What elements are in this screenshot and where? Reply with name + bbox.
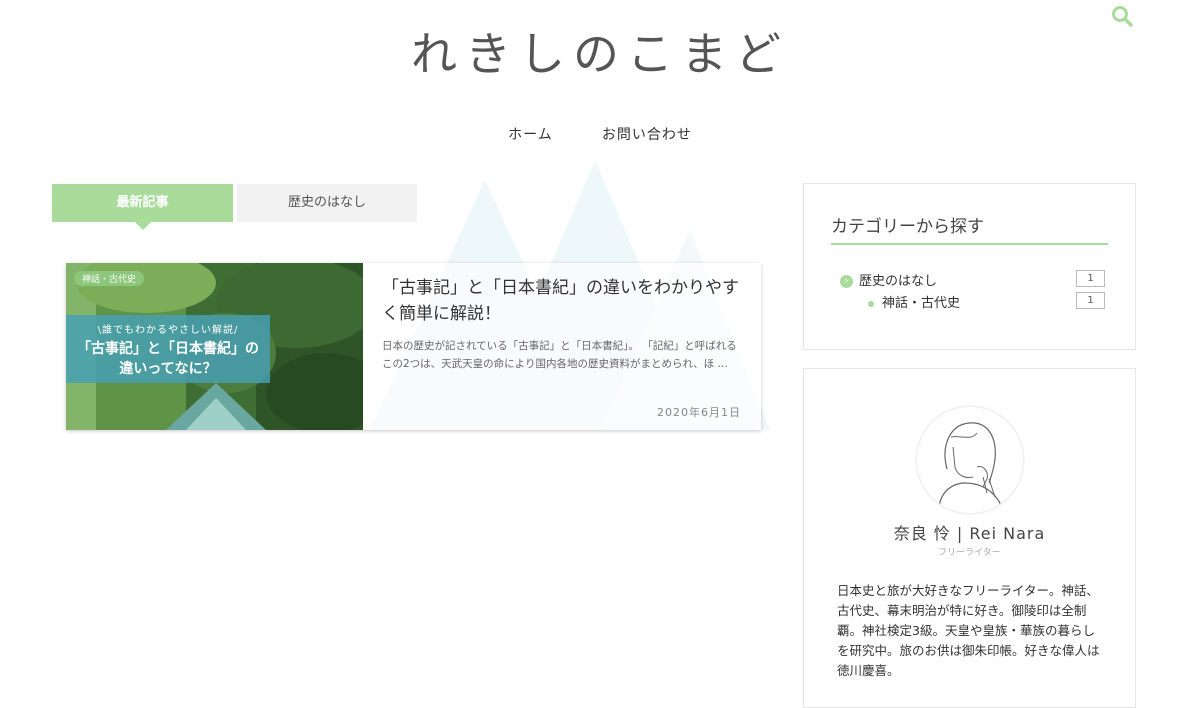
thumbnail-subtitle: \誰でもわかるやさしい解説/ (97, 325, 239, 336)
category-count: 1 (1076, 292, 1105, 309)
profile-role: フリーライター (938, 548, 1001, 558)
article-card[interactable]: 神話・古代史 \誰でもわかるやさしい解説/ 「古事記」と「日本書紀」の違いってな… (66, 263, 761, 430)
category-item-mythology[interactable]: 神話・古代史 1 (840, 292, 1105, 311)
chevron-right-icon: › (840, 275, 853, 288)
category-widget-title: カテゴリーから探す (831, 212, 1108, 245)
article-excerpt: 日本の歴史が記されている「古事記」と「日本書紀」。 「記紀」と呼ばれるこの2つは… (382, 340, 737, 370)
search-icon[interactable] (1110, 4, 1134, 28)
article-thumbnail[interactable]: 神話・古代史 \誰でもわかるやさしい解説/ 「古事記」と「日本書紀」の違いってな… (66, 263, 363, 430)
profile-widget: 奈良 怜 | Rei Nara フリーライター 日本史と旅が大好きなフリーライタ… (803, 368, 1136, 708)
tab-latest[interactable]: 最新記事 (52, 184, 233, 230)
article-date: 2020年6月1日 (657, 406, 741, 419)
category-badge[interactable]: 神話・古代史 (74, 271, 145, 286)
article-title[interactable]: 「古事記」と「日本書紀」の違いをわかりやすく簡単に解説！ (382, 275, 746, 327)
category-widget: カテゴリーから探す › 歴史のはなし 1 神話・古代史 1 (803, 183, 1136, 350)
nav-item-home[interactable]: ホーム (508, 124, 553, 144)
category-label: 歴史のはなし (859, 274, 938, 289)
thumbnail-title: 「古事記」と「日本書紀」の違いってなに？ (77, 341, 259, 377)
person-illustration (938, 422, 1002, 508)
dot-icon (868, 300, 874, 307)
thumbnail-caption: \誰でもわかるやさしい解説/ 「古事記」と「日本書紀」の違いってなに？ (66, 315, 270, 383)
site-header: れきしのこまど (0, 0, 1200, 100)
profile-bio: 日本史と旅が大好きなフリーライター。神話、古代史、幕末明治が特に好き。御陵印は全… (837, 583, 1100, 678)
category-count: 1 (1076, 270, 1105, 287)
avatar (917, 407, 1023, 513)
category-item-history[interactable]: › 歴史のはなし 1 (840, 270, 1105, 289)
profile-name: 奈良 怜 | Rei Nara (893, 524, 1046, 543)
nav-item-contact[interactable]: お問い合わせ (602, 124, 692, 144)
tab-history[interactable]: 歴史のはなし (237, 184, 417, 222)
global-nav: ホーム お問い合わせ (0, 124, 1200, 144)
site-title[interactable]: れきしのこまど (0, 18, 1200, 84)
category-label: 神話・古代史 (882, 296, 961, 311)
